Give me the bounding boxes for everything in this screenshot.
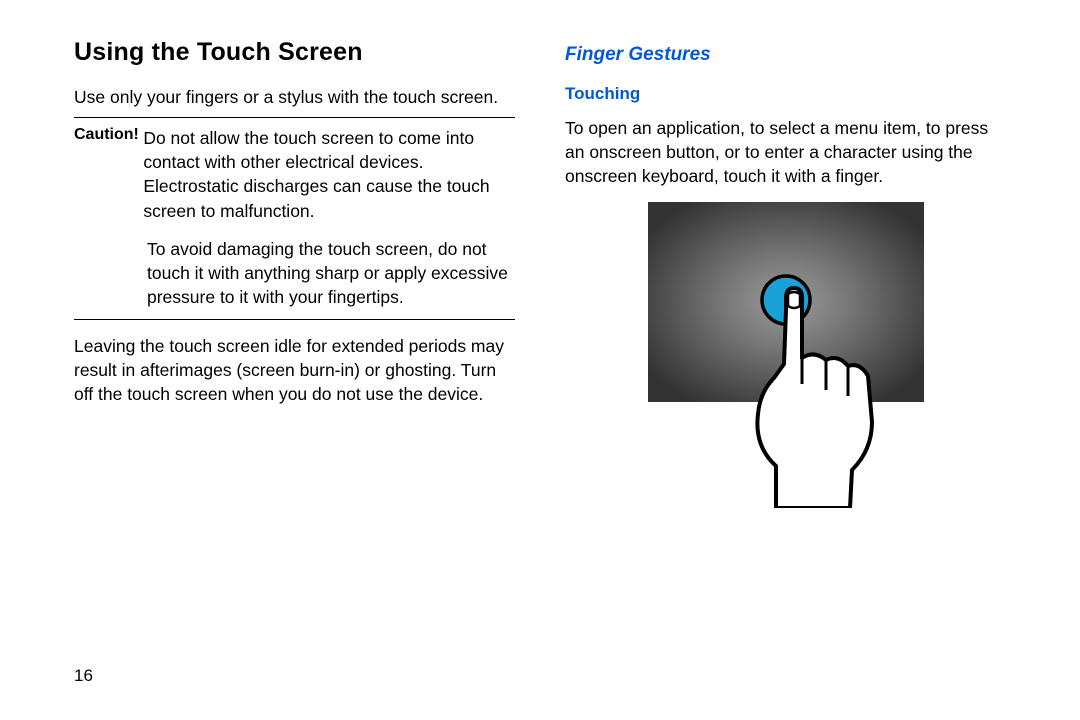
- touching-illustration: [636, 198, 936, 508]
- caution-paragraph-2: To avoid damaging the touch screen, do n…: [74, 237, 515, 309]
- section-heading: Finger Gestures: [565, 44, 1006, 66]
- page-number: 16: [74, 666, 93, 686]
- note-text: Leaving the touch screen idle for extend…: [74, 334, 515, 406]
- caution-paragraph-1: Do not allow the touch screen to come in…: [143, 126, 515, 223]
- subsection-heading: Touching: [565, 84, 1006, 104]
- main-heading: Using the Touch Screen: [74, 38, 515, 67]
- intro-text: Use only your fingers or a stylus with t…: [74, 85, 515, 109]
- caution-label: Caution!: [74, 126, 143, 223]
- touching-body: To open an application, to select a menu…: [565, 116, 1006, 188]
- caution-box: Caution! Do not allow the touch screen t…: [74, 117, 515, 320]
